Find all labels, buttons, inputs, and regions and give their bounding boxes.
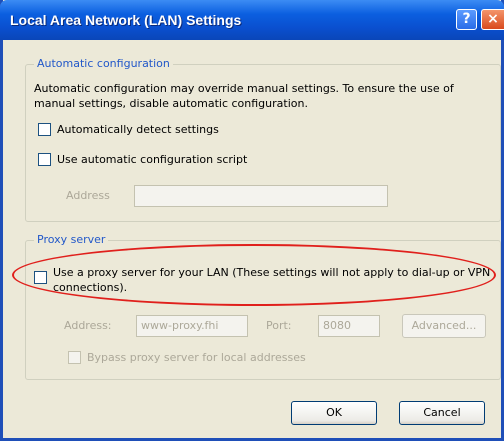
bypass-local-row[interactable]: Bypass proxy server for local addresses: [68, 351, 306, 364]
automatic-configuration-legend: Automatic configuration: [34, 57, 173, 70]
proxy-server-legend: Proxy server: [34, 233, 109, 246]
automatic-configuration-description: Automatic configuration may override man…: [34, 82, 454, 110]
automatic-configuration-group: Automatic configuration Automatic config…: [25, 57, 501, 222]
proxy-port-input[interactable]: 8080: [318, 315, 380, 337]
help-icon[interactable]: ?: [456, 9, 477, 30]
use-proxy-checkbox[interactable]: [34, 271, 47, 284]
dialog-title: Local Area Network (LAN) Settings: [10, 12, 242, 28]
config-script-row[interactable]: Use automatic configuration script: [38, 153, 247, 166]
cancel-button[interactable]: Cancel: [399, 401, 485, 425]
bypass-local-label: Bypass proxy server for local addresses: [87, 351, 306, 364]
detect-settings-checkbox[interactable]: [38, 123, 51, 136]
proxy-address-input[interactable]: www-proxy.fhi: [136, 315, 248, 337]
lan-settings-dialog: Local Area Network (LAN) Settings ? × Au…: [0, 0, 504, 441]
bypass-local-checkbox[interactable]: [68, 351, 81, 364]
use-proxy-row[interactable]: Use a proxy server for your LAN (These s…: [34, 265, 493, 295]
config-script-label: Use automatic configuration script: [57, 153, 248, 166]
use-proxy-label: Use a proxy server for your LAN (These s…: [53, 266, 491, 294]
ok-button[interactable]: OK: [291, 401, 377, 425]
detect-settings-row[interactable]: Automatically detect settings: [38, 123, 219, 136]
script-address-label: Address: [66, 189, 110, 202]
config-script-checkbox[interactable]: [38, 153, 51, 166]
close-icon[interactable]: ×: [481, 9, 504, 30]
proxy-server-group: Proxy server Use a proxy server for your…: [25, 233, 501, 380]
title-bar[interactable]: Local Area Network (LAN) Settings ? ×: [0, 0, 504, 40]
proxy-address-label: Address:: [64, 319, 112, 332]
script-address-input[interactable]: [134, 185, 388, 207]
detect-settings-label: Automatically detect settings: [57, 123, 219, 136]
advanced-button[interactable]: Advanced...: [402, 314, 486, 338]
proxy-port-label: Port:: [266, 319, 292, 332]
